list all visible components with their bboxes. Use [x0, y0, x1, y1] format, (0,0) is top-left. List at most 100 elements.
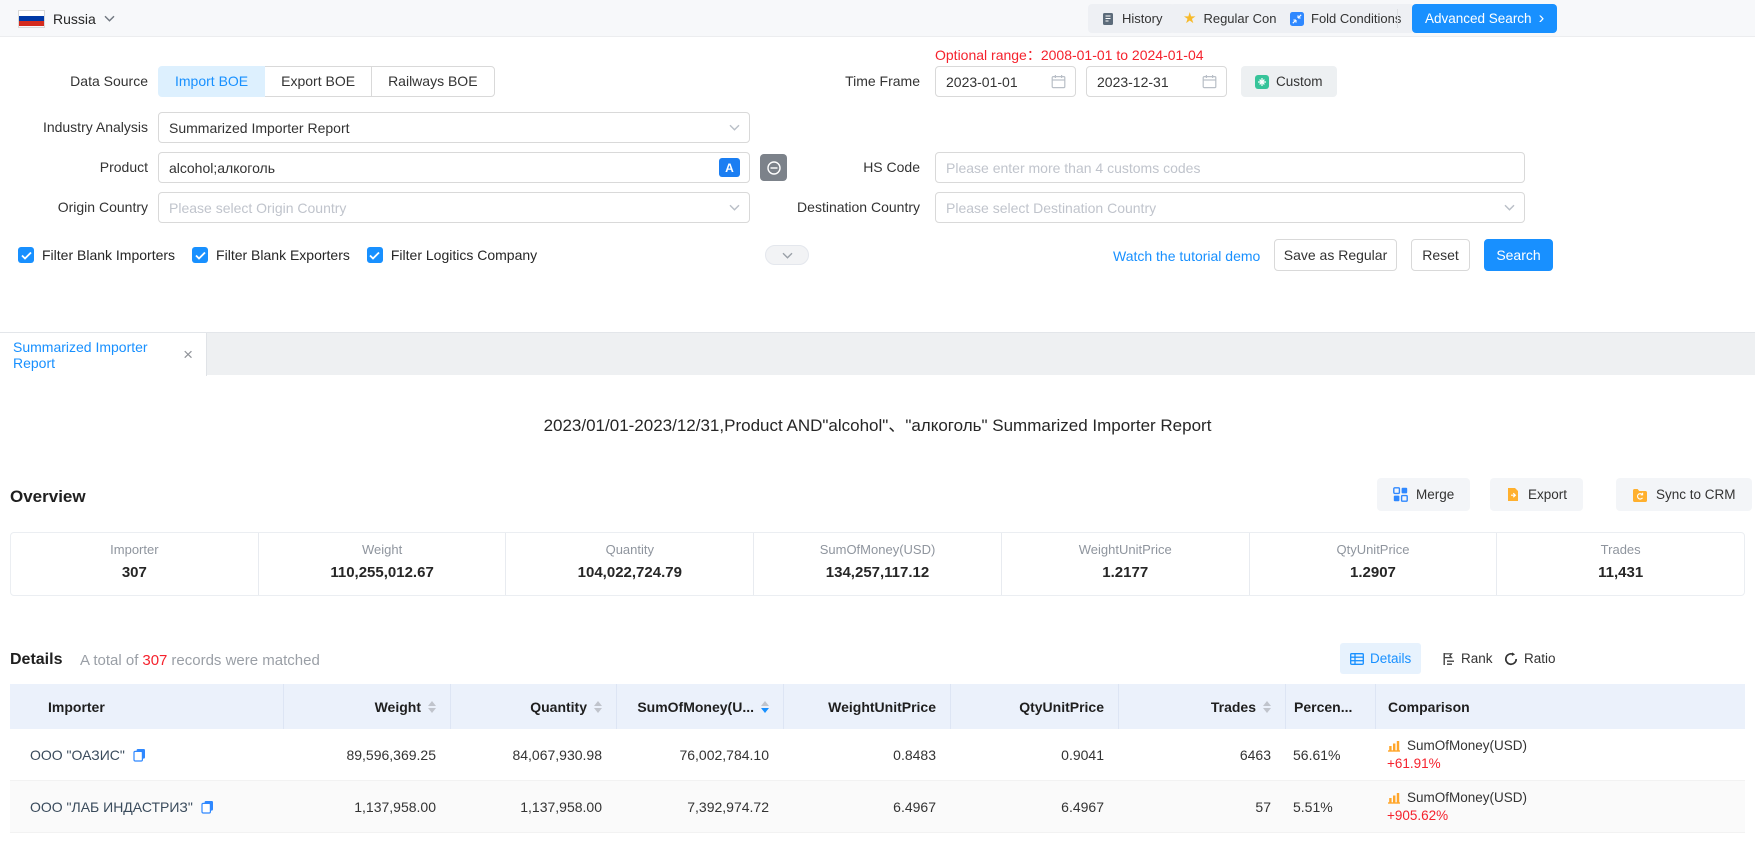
reset-button[interactable]: Reset	[1411, 239, 1470, 271]
merge-icon	[1393, 487, 1408, 502]
origin-country-input[interactable]	[169, 200, 729, 216]
country-name: Russia	[53, 11, 96, 27]
tutorial-demo-link[interactable]: Watch the tutorial demo	[1113, 248, 1260, 264]
tab-summarized-importer-report[interactable]: Summarized Importer Report ×	[0, 333, 207, 376]
hs-code-label: HS Code	[762, 152, 920, 183]
history-button[interactable]: History	[1088, 4, 1175, 33]
filter-label: Filter Logitics Company	[391, 247, 537, 263]
merge-button[interactable]: Merge	[1377, 478, 1470, 511]
hs-code-field[interactable]	[935, 152, 1525, 183]
comparison-chart-icon	[1387, 739, 1401, 752]
comparison-chart-icon	[1387, 791, 1401, 804]
cell-sum-of-money: 7,392,974.72	[616, 781, 783, 833]
cell-weight-unit-price: 0.8483	[783, 729, 950, 781]
industry-analysis-value[interactable]	[169, 120, 729, 136]
sort-caret-icon[interactable]	[594, 701, 602, 713]
product-field[interactable]: A	[158, 152, 750, 183]
filter-blank-importers-checkbox[interactable]: Filter Blank Importers	[18, 247, 175, 263]
stat-qty-unit-price: QtyUnitPrice1.2907	[1249, 533, 1497, 595]
details-total: A total of307records were matched	[80, 652, 320, 669]
result-tabstrip: Summarized Importer Report ×	[0, 332, 1755, 375]
tab-import-boe[interactable]: Import BOE	[158, 66, 265, 97]
custom-range-button[interactable]: Custom	[1241, 66, 1337, 97]
destination-country-input[interactable]	[946, 200, 1504, 216]
topbar-divider	[1397, 9, 1398, 28]
cell-qty-unit-price: 6.4967	[950, 781, 1118, 833]
view-ratio-button[interactable]: Ratio	[1494, 643, 1566, 674]
copy-icon[interactable]	[201, 800, 214, 814]
cell-comparison: SumOfMoney(USD) +905.62%	[1375, 781, 1745, 833]
industry-analysis-label: Industry Analysis	[0, 112, 148, 143]
ratio-icon	[1504, 652, 1518, 666]
filter-label: Filter Blank Importers	[42, 247, 175, 263]
history-icon	[1101, 12, 1115, 26]
total-prefix: A total of	[80, 652, 138, 669]
date-to-field[interactable]	[1086, 66, 1227, 97]
chevron-down-icon	[1504, 204, 1515, 211]
stat-importer: Importer307	[11, 533, 258, 595]
export-button[interactable]: Export	[1490, 478, 1583, 511]
regular-cond-label: Regular Cond.	[1203, 11, 1287, 26]
col-header-weight[interactable]: Weight	[283, 684, 450, 729]
sort-caret-icon[interactable]	[761, 701, 769, 713]
search-button[interactable]: Search	[1484, 239, 1553, 271]
rank-icon	[1442, 652, 1455, 666]
tab-export-boe[interactable]: Export BOE	[264, 66, 372, 97]
comparison-change: +61.91%	[1387, 756, 1441, 771]
view-details-button[interactable]: Details	[1340, 643, 1421, 674]
date-from-input[interactable]	[946, 74, 1051, 90]
col-header-qty-unit-price[interactable]: QtyUnitPrice	[950, 684, 1118, 729]
hs-code-input[interactable]	[946, 160, 1515, 176]
sort-caret-icon[interactable]	[1263, 701, 1271, 713]
cell-comparison: SumOfMoney(USD) +61.91%	[1375, 729, 1745, 781]
importer-name[interactable]: ООО "ЛАБ ИНДАСТРИЗ"	[30, 799, 193, 815]
data-source-tabs: Import BOE Export BOE Railways BOE	[158, 66, 495, 97]
comparison-metric: SumOfMoney(USD)	[1407, 790, 1527, 805]
view-rank-button[interactable]: Rank	[1432, 643, 1503, 674]
fold-conditions-button[interactable]: Fold Conditions	[1277, 4, 1414, 33]
cell-qty-unit-price: 0.9041	[950, 729, 1118, 781]
table-row: ООО "ЛАБ ИНДАСТРИЗ" 1,137,958.00 1,137,9…	[10, 781, 1745, 833]
close-icon[interactable]: ×	[183, 346, 193, 363]
product-input[interactable]	[169, 160, 719, 176]
stat-sum-of-money: SumOfMoney(USD)134,257,117.12	[753, 533, 1001, 595]
collapse-form-button[interactable]	[765, 245, 809, 265]
sync-to-crm-button[interactable]: Sync to CRM	[1616, 478, 1752, 511]
date-from-field[interactable]	[935, 66, 1076, 97]
tab-railways-boe[interactable]: Railways BOE	[371, 66, 494, 97]
cell-quantity: 1,137,958.00	[450, 781, 616, 833]
country-selector[interactable]: Russia	[18, 6, 115, 31]
importer-name[interactable]: ООО "ОАЗИС"	[30, 747, 125, 763]
checkbox-checked-icon	[367, 247, 383, 263]
product-label: Product	[0, 152, 148, 183]
filter-blank-exporters-checkbox[interactable]: Filter Blank Exporters	[192, 247, 350, 263]
save-as-regular-button[interactable]: Save as Regular	[1274, 239, 1397, 271]
overview-stats-card: Importer307 Weight110,255,012.67 Quantit…	[10, 532, 1745, 596]
calendar-icon[interactable]	[1051, 74, 1066, 89]
app: Russia History ★ Regular Cond. Fold Cond…	[0, 0, 1755, 848]
filter-logitics-company-checkbox[interactable]: Filter Logitics Company	[367, 247, 537, 263]
translate-icon[interactable]: A	[719, 158, 740, 177]
origin-country-select[interactable]	[158, 192, 750, 223]
advanced-search-button[interactable]: Advanced Search ›	[1412, 4, 1557, 33]
col-header-weight-unit-price[interactable]: WeightUnitPrice	[783, 684, 950, 729]
destination-country-select[interactable]	[935, 192, 1525, 223]
date-to-input[interactable]	[1097, 74, 1202, 90]
cell-importer: ООО "ОАЗИС"	[10, 729, 283, 781]
cell-importer: ООО "ЛАБ ИНДАСТРИЗ"	[10, 781, 283, 833]
copy-icon[interactable]	[133, 748, 146, 762]
calendar-icon[interactable]	[1202, 74, 1217, 89]
col-header-sum-of-money[interactable]: SumOfMoney(U...	[616, 684, 783, 729]
industry-analysis-select[interactable]	[158, 112, 750, 143]
col-header-percentage: Percen...	[1285, 684, 1375, 729]
sort-caret-icon[interactable]	[428, 701, 436, 713]
regular-cond-icon: ★	[1183, 11, 1196, 26]
table-row: ООО "ОАЗИС" 89,596,369.25 84,067,930.98 …	[10, 729, 1745, 781]
col-header-quantity[interactable]: Quantity	[450, 684, 616, 729]
col-header-trades[interactable]: Trades	[1118, 684, 1285, 729]
filter-checkboxes: Filter Blank Importers Filter Blank Expo…	[18, 247, 537, 263]
stat-quantity: Quantity104,022,724.79	[505, 533, 753, 595]
sync-to-crm-label: Sync to CRM	[1656, 487, 1736, 502]
fold-conditions-icon	[1290, 12, 1304, 26]
cell-trades: 57	[1118, 781, 1285, 833]
